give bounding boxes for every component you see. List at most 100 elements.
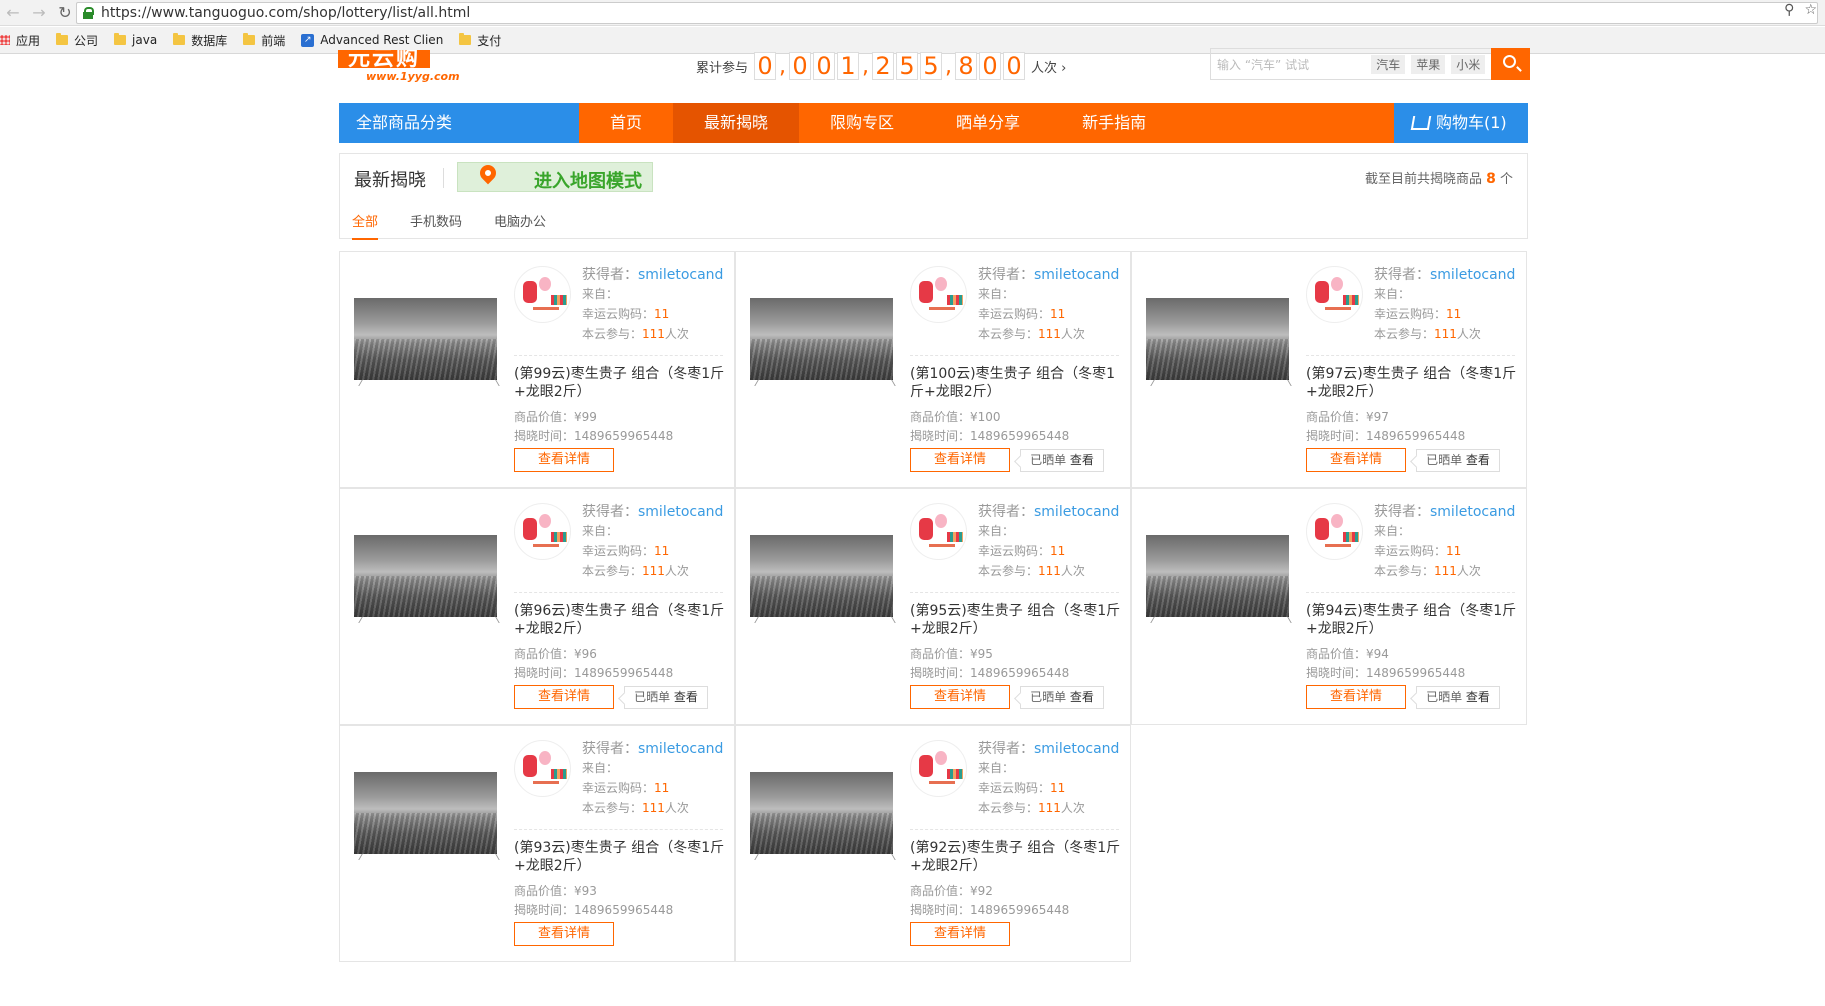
search-button[interactable] [1491,48,1530,80]
product-card: 获得者：smiletocand 来自： 幸运云购码：11 本云参与：111人次 (第92… [735,725,1131,962]
view-detail-button[interactable]: 查看详情 [514,922,614,946]
winner-avatar[interactable] [910,503,967,560]
hot-search-tag[interactable]: 小米 [1451,55,1486,74]
product-title[interactable]: (第95云)枣生贵子 组合（冬枣1斤+龙眼2斤） [910,602,1122,638]
participate-unit: 人次 [1060,327,1085,341]
lucky-code-value: 11 [654,781,670,795]
product-title[interactable]: (第93云)枣生贵子 组合（冬枣1斤+龙眼2斤） [514,839,726,875]
map-mode-button[interactable]: 进入地图模式 [457,161,653,192]
product-image[interactable] [750,298,893,380]
back-icon[interactable]: ← [0,0,26,26]
shared-label: 已晒单 [1426,453,1463,467]
product-meta: 商品价值：¥94 揭晓时间：1489659965448 [1306,645,1465,683]
category-all-button[interactable]: 全部商品分类 [339,103,579,143]
winner-name[interactable]: smiletocand [638,741,723,757]
product-title[interactable]: (第99云)枣生贵子 组合（冬枣1斤+龙眼2斤） [514,365,726,401]
bookmark-item[interactable]: 前端 [243,32,285,49]
bookmark-item[interactable]: java [114,33,157,47]
product-image[interactable] [354,772,497,854]
product-image[interactable] [1146,298,1289,380]
tv-stand-right [488,854,500,860]
winner-avatar[interactable] [514,266,571,323]
winner-name[interactable]: smiletocand [1034,741,1119,757]
reveal-time-label: 揭晓时间： [1306,429,1367,443]
participation-counter: 累计参与 0, 0 0 1, 2 5 5, 8 0 0 人次 › [696,52,1066,80]
bookmark-item[interactable]: 支付 [459,32,501,49]
bookmark-item[interactable]: ↗ Advanced Rest Clien [301,33,443,47]
bookmark-label: 应用 [16,33,41,48]
product-title[interactable]: (第97云)枣生贵子 组合（冬枣1斤+龙眼2斤） [1306,365,1518,401]
winner-name[interactable]: smiletocand [1430,267,1515,283]
cart-button[interactable]: 购物车(1) [1394,103,1528,143]
view-detail-button[interactable]: 查看详情 [514,685,614,709]
winner-row: 获得者：smiletocand [978,503,1119,521]
winner-name[interactable]: smiletocand [1034,504,1119,520]
winner-avatar[interactable] [910,266,967,323]
winner-name[interactable]: smiletocand [1034,267,1119,283]
product-image[interactable] [750,535,893,617]
nav-item[interactable]: 限购专区 [799,103,925,143]
category-tab[interactable]: 电脑办公 [494,211,546,240]
count-prefix: 截至目前共揭晓商品 [1364,172,1482,187]
view-detail-button[interactable]: 查看详情 [910,448,1010,472]
bookmark-item[interactable]: 应用 [0,32,40,49]
view-detail-button[interactable]: 查看详情 [514,448,614,472]
product-title[interactable]: (第96云)枣生贵子 组合（冬枣1斤+龙眼2斤） [514,602,726,638]
lock-icon [83,7,94,19]
winner-label: 获得者： [1374,267,1430,283]
winner-name[interactable]: smiletocand [1430,504,1515,520]
product-title[interactable]: (第92云)枣生贵子 组合（冬枣1斤+龙眼2斤） [910,839,1122,875]
nav-item[interactable]: 新手指南 [1051,103,1177,143]
view-shared-order-button[interactable]: 已晒单 查看 [1020,686,1104,709]
product-title[interactable]: (第94云)枣生贵子 组合（冬枣1斤+龙眼2斤） [1306,602,1518,638]
star-icon[interactable]: ☆ [1804,2,1817,18]
hot-search-tag[interactable]: 汽车 [1371,55,1406,74]
view-shared-order-button[interactable]: 已晒单 查看 [1020,449,1104,472]
winner-avatar[interactable] [910,740,967,797]
counter-separator: , [779,53,787,79]
winner-name[interactable]: smiletocand [638,504,723,520]
product-image[interactable] [1146,535,1289,617]
winner-avatar[interactable] [514,740,571,797]
key-icon[interactable]: ⚲ [1784,2,1794,18]
category-tab[interactable]: 手机数码 [410,211,462,240]
counter-suffix-link[interactable]: 人次 › [1031,57,1066,76]
nav-item[interactable]: 最新揭晓 [673,103,800,143]
search-input[interactable]: 输入 “汽车” 试试 汽车 苹果 小米 [1210,48,1492,80]
bookmark-item[interactable]: 数据库 [173,32,227,49]
address-bar[interactable]: https://www.tanguoguo.com/shop/lottery/l… [76,2,1818,24]
tv-stand-right [1280,380,1292,386]
product-image[interactable] [354,535,497,617]
shared-look-label: 查看 [1465,453,1490,467]
winner-name[interactable]: smiletocand [638,267,723,283]
category-tab[interactable]: 全部 [352,211,379,240]
view-detail-button[interactable]: 查看详情 [910,685,1010,709]
winner-avatar[interactable] [1306,503,1363,560]
reload-icon[interactable]: ↻ [52,0,78,26]
winner-avatar[interactable] [1306,266,1363,323]
bookmark-item[interactable]: 公司 [56,32,98,49]
nav-item[interactable]: 首页 [579,103,673,143]
view-shared-order-button[interactable]: 已晒单 查看 [1416,449,1500,472]
view-shared-order-button[interactable]: 已晒单 查看 [1416,686,1500,709]
site-logo[interactable]: 元云购 www.1yyg.com [338,50,478,84]
winner-info: 获得者：smiletocand 来自： 幸运云购码：11 本云参与：111人次 [582,266,723,344]
view-detail-button[interactable]: 查看详情 [910,922,1010,946]
avatar-graphic [935,514,947,528]
view-detail-button[interactable]: 查看详情 [1306,685,1406,709]
product-image[interactable] [750,772,893,854]
winner-avatar[interactable] [514,503,571,560]
nav-item[interactable]: 晒单分享 [925,103,1051,143]
product-title[interactable]: (第100云)枣生贵子 组合（冬枣1斤+龙眼2斤） [910,365,1122,401]
from-row: 来自： [582,287,619,301]
view-detail-button[interactable]: 查看详情 [1306,448,1406,472]
counter-digit: 5 [920,52,943,80]
view-shared-order-button[interactable]: 已晒单 查看 [624,686,708,709]
forward-icon[interactable]: → [26,0,52,26]
lucky-code-row: 幸运云购码：11 [582,778,723,798]
browser-toolbar: ← → ↻ https://www.tanguoguo.com/shop/lot… [0,0,1825,26]
hot-search-tag[interactable]: 苹果 [1411,55,1446,74]
winner-info: 获得者：smiletocand 来自： 幸运云购码：11 本云参与：111人次 [978,503,1119,581]
product-image[interactable] [354,298,497,380]
tv-stand-left [358,617,370,623]
